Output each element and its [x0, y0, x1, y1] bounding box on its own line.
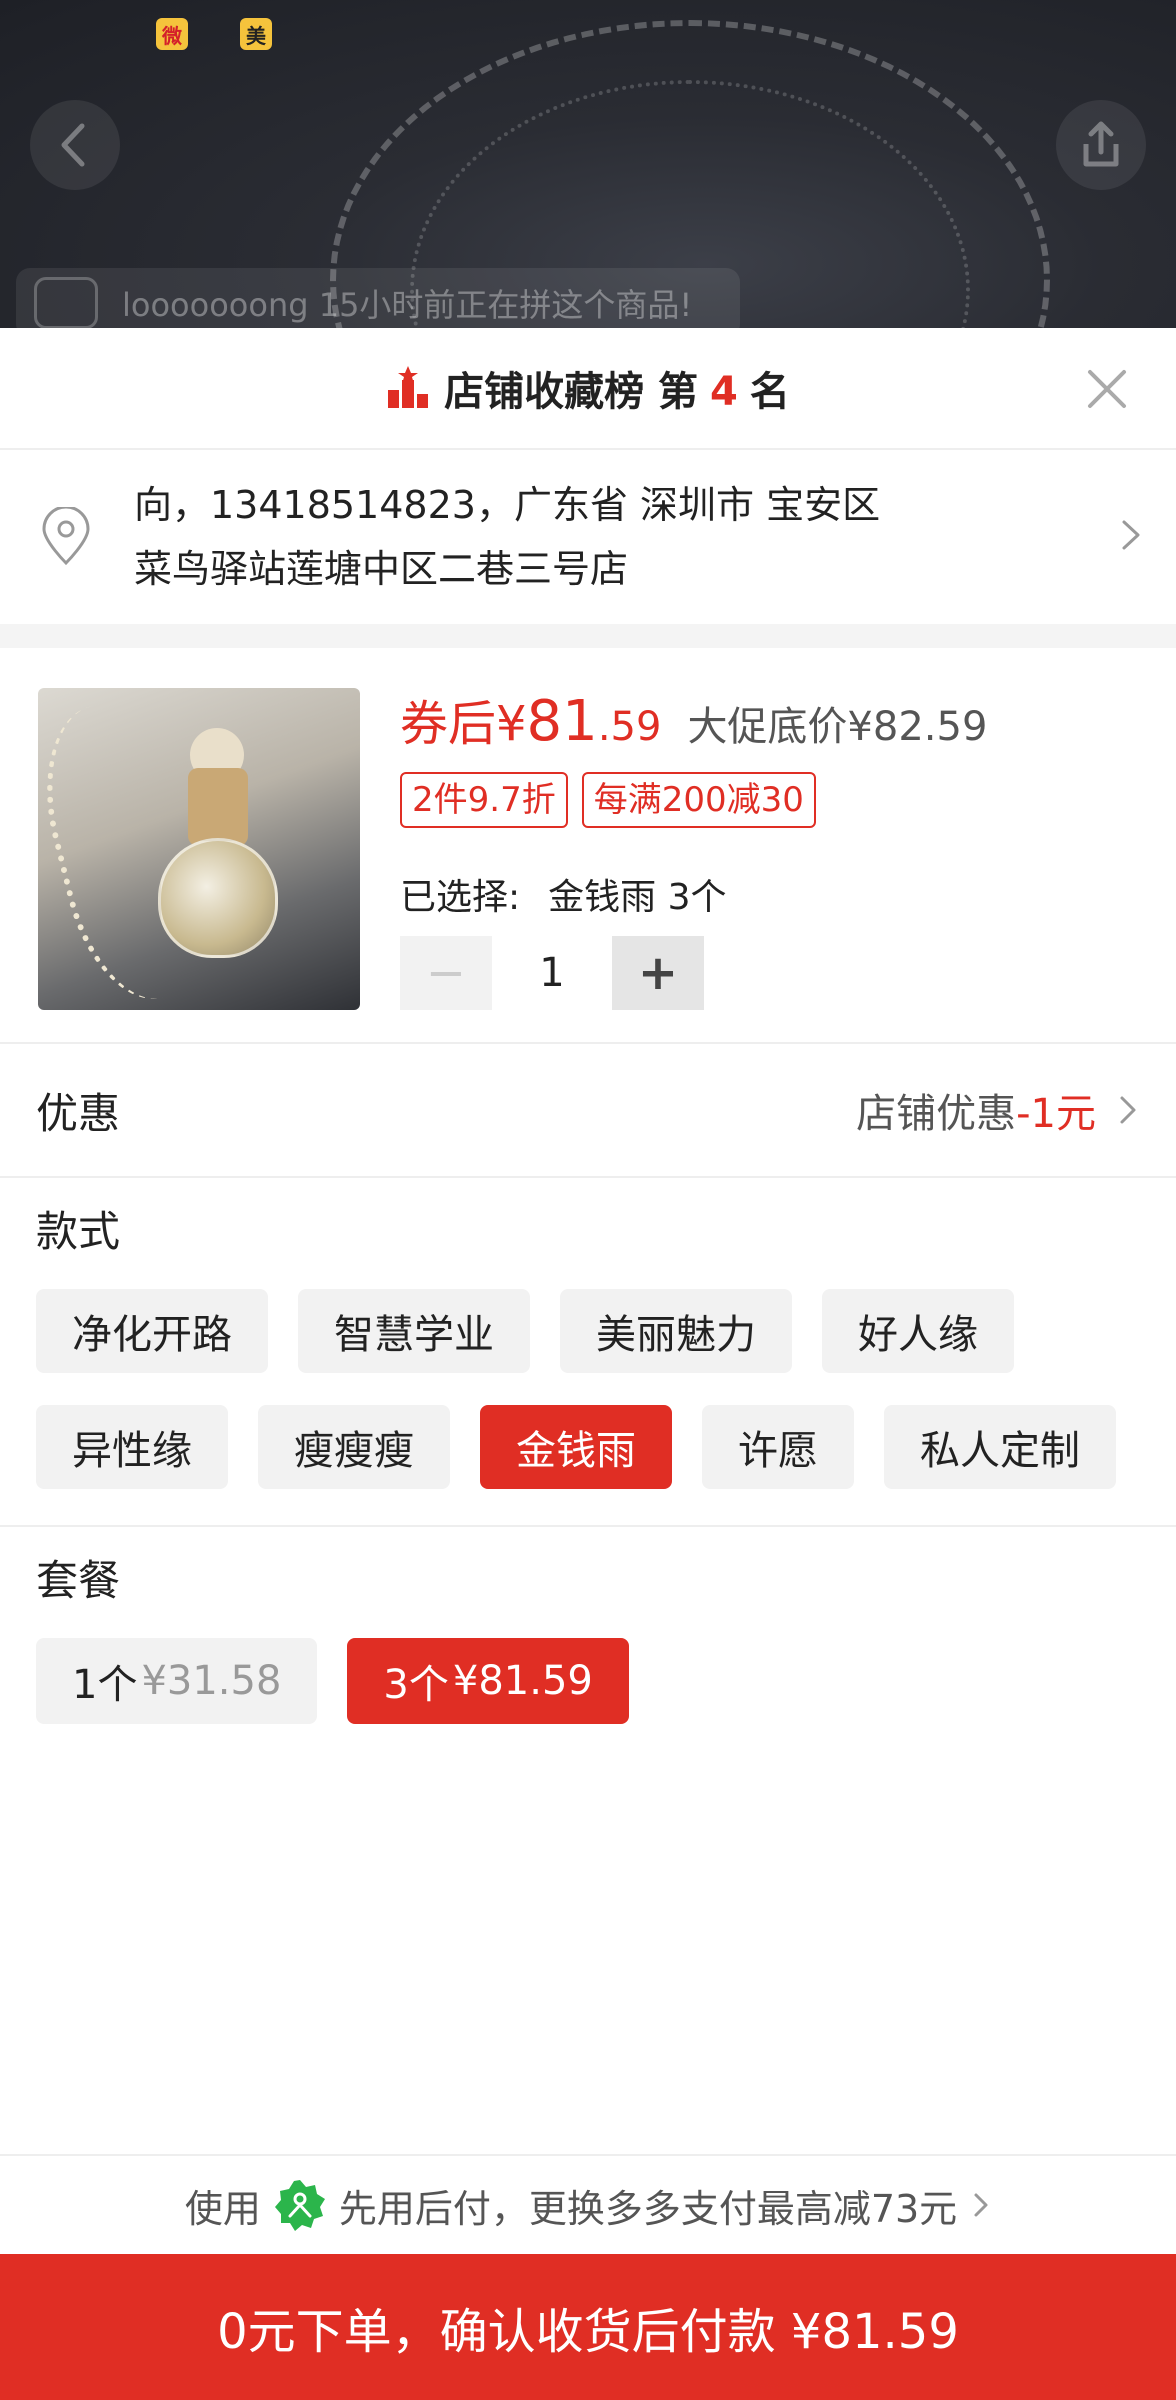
store-rank-text: 店铺收藏榜 第4名 [444, 359, 790, 417]
pay-later-hint[interactable]: 使用 先用后付，更换多多支付最高减73元 [0, 2154, 1176, 2254]
pay-hint-prefix: 使用 [184, 2186, 261, 2231]
sku-selection-sheet: 店铺收藏榜 第4名 向，13418514823，广东省 深圳市 宝安区 菜鸟驿站… [0, 328, 1176, 2400]
promo-tag: 每满200减30 [581, 772, 816, 828]
style-option[interactable]: 智慧学业 [298, 1289, 530, 1373]
style-option[interactable]: 许愿 [702, 1405, 854, 1489]
checkout-button[interactable]: 0元下单，确认收货后付款 ¥81.59 [0, 2254, 1176, 2400]
style-section: 款式 净化开路 智慧学业 美丽魅力 好人缘 异性缘 瘦瘦瘦 金钱雨 许愿 私人定… [0, 1178, 1176, 1489]
style-options: 净化开路 智慧学业 美丽魅力 好人缘 异性缘 瘦瘦瘦 金钱雨 许愿 私人定制 [0, 1259, 1176, 1489]
back-button[interactable] [30, 100, 120, 190]
address-text: 向，13418514823，广东省 深圳市 宝安区 菜鸟驿站莲塘中区二巷三号店 [134, 473, 880, 601]
style-title: 款式 [36, 1207, 121, 1256]
discount-value: 店铺优惠 -1元 [856, 1081, 1140, 1139]
promo-price: 大促底价¥82.59 [687, 704, 988, 750]
pay-later-badge-icon [274, 2180, 325, 2231]
discount-text: 店铺优惠 [856, 1091, 1017, 1137]
product-image-background: 微 美 looooooong 15小时前正在拼这个商品! [0, 0, 1176, 330]
package-label: 1个 [72, 1662, 138, 1708]
recent-buyer-pill: looooooong 15小时前正在拼这个商品! [16, 268, 740, 330]
price-integer: 81 [526, 689, 598, 754]
style-option[interactable]: 净化开路 [36, 1289, 268, 1373]
weibo-icon: 微 [156, 18, 188, 50]
style-option-selected[interactable]: 金钱雨 [480, 1405, 672, 1489]
package-label: 3个 [383, 1662, 449, 1708]
rank-prefix: 店铺收藏榜 第 [444, 369, 699, 415]
style-option[interactable]: 好人缘 [822, 1289, 1014, 1373]
package-price: ¥31.58 [141, 1658, 282, 1704]
package-section: 套餐 1个 ¥31.58 3个 ¥81.59 [0, 1527, 1176, 1724]
price-prefix: 券后¥ [400, 696, 527, 752]
style-option[interactable]: 瘦瘦瘦 [258, 1405, 450, 1489]
style-option[interactable]: 异性缘 [36, 1405, 228, 1489]
address-line-1: 向，13418514823，广东省 深圳市 宝安区 [134, 483, 881, 527]
price-row: 券后¥81.59 大促底价¥82.59 [400, 684, 987, 754]
style-option[interactable]: 私人定制 [884, 1405, 1116, 1489]
location-pin-icon [42, 507, 90, 566]
promo-tag: 2件9.7折 [400, 772, 568, 828]
selected-label: 已选择: [400, 877, 521, 918]
ranking-icon [388, 366, 429, 408]
avatar [34, 277, 98, 329]
coupon-price: 券后¥81.59 [400, 684, 661, 754]
chevron-right-icon [1122, 520, 1140, 550]
close-icon[interactable] [1082, 364, 1132, 414]
style-option[interactable]: 美丽魅力 [560, 1289, 792, 1373]
package-options: 1个 ¥31.58 3个 ¥81.59 [0, 1608, 1176, 1724]
meituan-icon: 美 [240, 18, 272, 50]
discount-amount: -1元 [1016, 1091, 1096, 1137]
package-option[interactable]: 1个 ¥31.58 [36, 1638, 318, 1724]
chevron-right-icon [974, 2193, 988, 2217]
quantity-value[interactable]: 1 [492, 950, 612, 996]
share-button[interactable] [1056, 100, 1146, 190]
product-thumbnail[interactable] [38, 688, 360, 1010]
promo-tags: 2件9.7折 每满200减30 [400, 772, 816, 828]
package-option-selected[interactable]: 3个 ¥81.59 [347, 1638, 629, 1724]
share-icon [1083, 121, 1119, 167]
price-decimal: .59 [597, 704, 662, 750]
store-rank-bar: 店铺收藏榜 第4名 [0, 328, 1176, 450]
decrease-quantity-button[interactable]: − [400, 936, 492, 1010]
shipping-address[interactable]: 向，13418514823，广东省 深圳市 宝安区 菜鸟驿站莲塘中区二巷三号店 [0, 450, 1176, 624]
package-price: ¥81.59 [452, 1658, 593, 1704]
selected-summary: 已选择: 金钱雨 3个 [400, 868, 727, 920]
product-summary: 券后¥81.59 大促底价¥82.59 2件9.7折 每满200减30 已选择:… [0, 648, 1176, 1042]
recent-buyer-text: looooooong 15小时前正在拼这个商品! [122, 286, 693, 324]
rank-number: 4 [710, 369, 738, 415]
pay-hint-text: 先用后付，更换多多支付最高减73元 [338, 2186, 958, 2231]
rank-suffix: 名 [749, 369, 790, 415]
address-line-2: 菜鸟驿站莲塘中区二巷三号店 [134, 547, 629, 591]
package-title: 套餐 [36, 1556, 121, 1605]
quantity-stepper: − 1 + [400, 936, 704, 1010]
chevron-right-icon [1120, 1096, 1136, 1124]
discount-row[interactable]: 优惠 店铺优惠 -1元 [0, 1044, 1176, 1176]
discount-label: 优惠 [36, 1088, 121, 1138]
increase-quantity-button[interactable]: + [612, 936, 704, 1010]
back-arrow-icon [61, 123, 85, 167]
selected-value: 金钱雨 3个 [548, 877, 727, 918]
